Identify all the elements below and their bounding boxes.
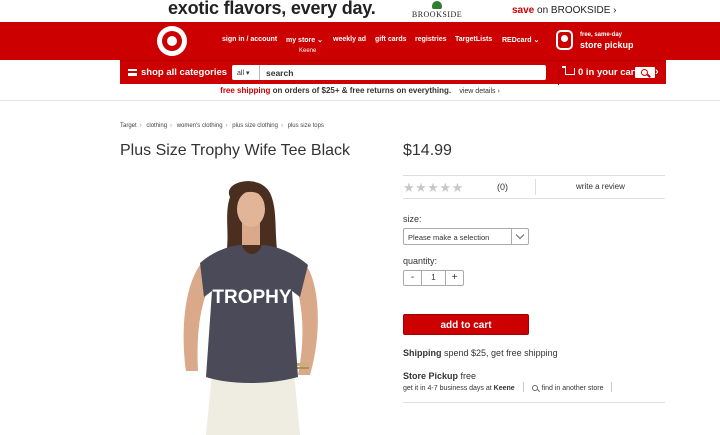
free-shipping-banner: free shipping on orders of $25+ & free r… [220,86,500,95]
nav-gift-cards[interactable]: gift cards [375,36,407,43]
write-review-link[interactable]: write a review [576,182,625,191]
search-icon [531,385,538,391]
store-pickup-link[interactable]: free, same-day store pickup [556,30,656,54]
size-label: size: [403,214,422,224]
breadcrumb-clothing[interactable]: clothing [146,123,167,129]
quantity-increase-button[interactable]: + [445,271,463,285]
store-name: Keene [299,48,317,54]
rating-stars[interactable]: ★★★★★ [403,180,464,196]
tree-icon [432,1,442,9]
pickup-store-name[interactable]: Keene [494,385,515,392]
rating-row: ★★★★★ (0) write a review [403,175,665,199]
cart-icon [562,66,575,75]
search-bar: shop all categories all ▾ 0 in your cart… [120,60,666,85]
promo-tagline: exotic flavors, every day. [168,0,376,18]
menu-icon [128,69,137,76]
model-illustration: TROPHY [183,181,318,435]
find-in-another-store-link[interactable]: find in another store [531,385,603,392]
department-dropdown[interactable]: all ▾ [232,65,260,80]
size-select[interactable]: Please make a selection [403,228,529,245]
brookside-logo: BROOKSIDE [408,1,466,21]
nav-weekly-ad[interactable]: weekly ad [333,36,366,43]
shop-all-categories-button[interactable]: shop all categories [128,67,227,78]
nav-redcard[interactable]: REDcard ⌄ [502,36,539,44]
breadcrumb-target[interactable]: Target [120,123,137,129]
breadcrumb: Target › clothing › women's clothing › plus… [120,123,324,129]
target-logo-icon[interactable] [157,26,187,56]
product-image[interactable]: TROPHY [160,175,340,435]
promo-link[interactable]: save on BROOKSIDE › [512,5,617,16]
quantity-label: quantity: [403,256,438,266]
store-pickup-icon [556,30,573,50]
quantity-input[interactable]: 1 [422,271,445,285]
nav-sign-in[interactable]: sign in / account [222,36,277,43]
divider [611,382,613,392]
add-to-cart-button[interactable]: add to cart [403,314,529,335]
chevron-down-icon [511,229,528,244]
chevron-right-icon: › [655,66,659,78]
promo-banner[interactable]: exotic flavors, every day. BROOKSIDE sav… [0,0,720,22]
divider [403,402,665,403]
product-title: Plus Size Trophy Wife Tee Black [120,142,351,159]
store-pickup-info: Store Pickup free [403,371,477,381]
review-count[interactable]: (0) [497,182,508,192]
cart-button[interactable]: 0 in your cart › [558,61,666,85]
breadcrumb-plus-size-tops[interactable]: plus size tops [288,123,324,129]
breadcrumb-womens[interactable]: women's clothing [177,123,223,129]
shipping-info: Shipping spend $25, get free shipping [403,348,558,358]
divider [535,179,536,195]
divider [522,382,524,392]
view-details-link[interactable]: view details › [459,88,499,95]
quantity-stepper: - 1 + [403,270,464,286]
nav-target-lists[interactable]: TargetLists [455,36,492,43]
quantity-decrease-button[interactable]: - [404,271,422,285]
search-box: all ▾ [232,65,656,80]
divider [0,100,720,101]
svg-text:TROPHY: TROPHY [212,287,292,308]
nav-registries[interactable]: registries [415,36,447,43]
breadcrumb-plus-size[interactable]: plus size clothing [232,123,278,129]
pickup-details: get it in 4-7 business days at Keene fin… [403,382,618,392]
search-input[interactable] [264,65,514,80]
site-header: sign in / account my store ⌄ Keene weekl… [0,22,720,60]
nav-my-store[interactable]: my store ⌄ [286,36,323,44]
product-price: $14.99 [403,142,452,159]
